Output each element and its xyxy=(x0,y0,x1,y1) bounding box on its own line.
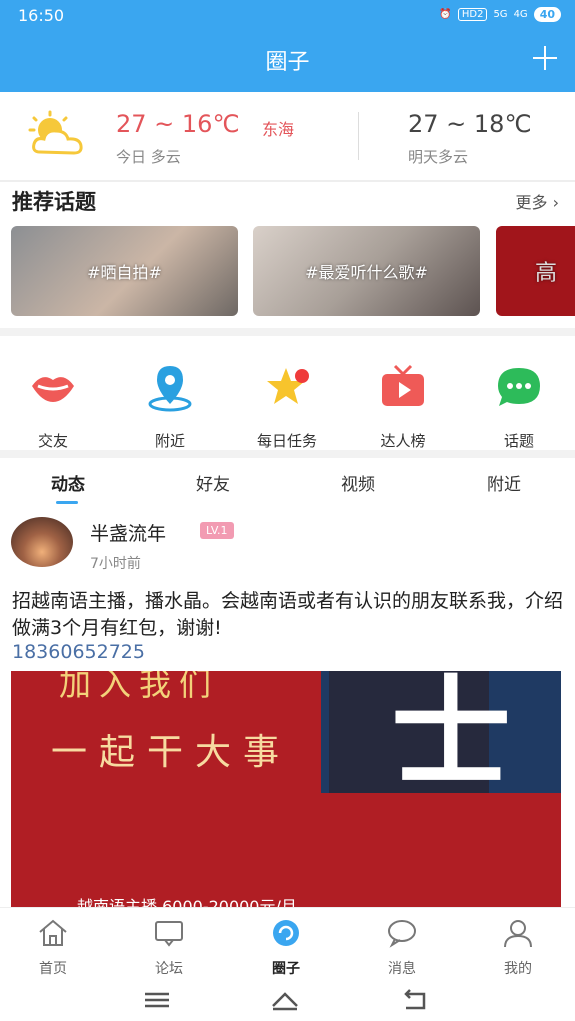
quick-item-label: 交友 xyxy=(37,432,68,450)
star-icon xyxy=(267,368,309,404)
post-time: 7小时前 xyxy=(90,556,141,572)
topic-card[interactable]: #晒自拍# xyxy=(11,226,238,316)
image-big-char: 士 xyxy=(391,671,511,804)
active-tab-indicator xyxy=(56,501,78,504)
nav-circle[interactable]: 圈子 xyxy=(246,918,326,978)
nav-label: 我的 xyxy=(504,961,532,977)
more-label: 更多 xyxy=(515,193,548,212)
nav-label: 圈子 xyxy=(272,961,300,977)
more-link[interactable]: 更多 › xyxy=(515,189,559,213)
nav-label: 消息 xyxy=(388,961,416,977)
post-phone-link[interactable]: 18360652725 xyxy=(12,641,145,663)
plus-icon[interactable] xyxy=(531,44,559,72)
image-caption: 越南语主播 6000-20000元/月 xyxy=(77,897,297,907)
nav-home[interactable]: 首页 xyxy=(13,918,93,978)
alarm-icon: ⏰ xyxy=(439,9,452,20)
topic-label: 高 xyxy=(534,261,557,286)
image-text: 加入我们 xyxy=(59,671,220,703)
topic-card[interactable]: #最爱听什么歌# xyxy=(253,226,480,316)
hd-indicator: HD2 xyxy=(457,8,488,21)
today-weather-label: 今日 多云 xyxy=(116,148,181,166)
topic-label: #最爱听什么歌# xyxy=(305,263,428,282)
home-icon xyxy=(39,919,67,946)
quick-item-label: 话题 xyxy=(503,432,534,450)
nav-label: 论坛 xyxy=(155,961,183,977)
topic-carousel[interactable]: #晒自拍# #最爱听什么歌# 高 xyxy=(0,226,575,318)
today-temperature: 27 ~ 16℃ xyxy=(116,110,240,138)
section-title-topics: 推荐话题 xyxy=(12,190,96,214)
forum-icon xyxy=(155,921,183,947)
level-badge: LV.1 xyxy=(200,522,234,539)
tv-icon xyxy=(382,364,424,406)
4g-indicator: 4G xyxy=(513,9,528,20)
avatar[interactable] xyxy=(11,517,73,567)
topic-card[interactable]: 高 xyxy=(496,226,575,316)
partly-cloudy-icon xyxy=(28,110,83,155)
quick-item-topics[interactable]: 话题 xyxy=(474,362,564,451)
divider xyxy=(0,180,575,182)
battery-indicator: 40 xyxy=(533,7,561,22)
divider xyxy=(0,328,575,336)
status-time: 16:50 xyxy=(18,6,65,25)
back-icon[interactable] xyxy=(400,987,430,1013)
bottom-nav: 首页 论坛 圈子 消息 我的 xyxy=(0,907,575,979)
chevron-right-icon: › xyxy=(552,193,559,212)
topic-label: #晒自拍# xyxy=(87,263,162,282)
status-bar: 16:50 ⏰ HD2 5G 4G 40 xyxy=(0,0,575,30)
post-image[interactable]: 加入我们 一起干大事 士 越南语主播 6000-20000元/月 xyxy=(11,671,561,907)
profile-icon xyxy=(504,920,532,948)
quick-item-daily-tasks[interactable]: 每日任务 xyxy=(242,362,332,451)
nav-profile[interactable]: 我的 xyxy=(478,918,558,978)
tomorrow-temperature: 27 ~ 18℃ xyxy=(408,110,532,138)
quick-item-label: 每日任务 xyxy=(256,432,317,450)
tomorrow-weather-label: 明天多云 xyxy=(408,148,469,166)
location-pin-icon xyxy=(148,366,192,412)
nav-messages[interactable]: 消息 xyxy=(362,918,442,978)
page-title: 圈子 xyxy=(265,50,310,75)
quick-item-rankings[interactable]: 达人榜 xyxy=(358,362,448,451)
quick-item-label: 达人榜 xyxy=(380,432,426,450)
tab-nearby[interactable]: 附近 xyxy=(454,470,554,495)
circle-icon xyxy=(273,920,299,946)
quick-menu: 交友 附近 每日任务 达人榜 话题 xyxy=(0,340,575,450)
tab-dynamics[interactable]: 动态 xyxy=(18,470,118,495)
quick-item-nearby[interactable]: 附近 xyxy=(125,362,215,451)
quick-item-label: 附近 xyxy=(154,432,185,450)
city-name[interactable]: 东海 xyxy=(262,116,294,140)
system-nav-bar xyxy=(0,979,575,1021)
tab-friends[interactable]: 好友 xyxy=(163,470,263,495)
weather-card: 27 ~ 16℃ 东海 今日 多云 27 ~ 18℃ 明天多云 xyxy=(0,92,575,182)
tab-video[interactable]: 视频 xyxy=(308,470,408,495)
message-icon xyxy=(388,920,416,948)
divider xyxy=(0,450,575,458)
lips-icon xyxy=(32,377,74,402)
chat-bubble-icon xyxy=(498,368,540,406)
post-username[interactable]: 半盏流年 xyxy=(90,519,166,546)
5g-indicator: 5G xyxy=(493,9,508,20)
image-text: 一起干大事 xyxy=(51,732,292,773)
nav-label: 首页 xyxy=(39,961,67,977)
top-header: 16:50 ⏰ HD2 5G 4G 40 圈子 xyxy=(0,0,575,92)
home-key-icon[interactable] xyxy=(270,987,300,1013)
quick-item-friends[interactable]: 交友 xyxy=(8,362,98,451)
weather-divider xyxy=(358,112,359,160)
nav-forum[interactable]: 论坛 xyxy=(129,918,209,978)
feed-tabs: 动态 好友 视频 附近 xyxy=(0,458,575,506)
menu-icon[interactable] xyxy=(142,987,172,1013)
post-text: 招越南语主播，播水晶。会越南语或者有认识的朋友联系我，介绍做满3个月有红包，谢谢… xyxy=(12,590,564,639)
status-icons: ⏰ HD2 5G 4G 40 xyxy=(439,7,561,22)
